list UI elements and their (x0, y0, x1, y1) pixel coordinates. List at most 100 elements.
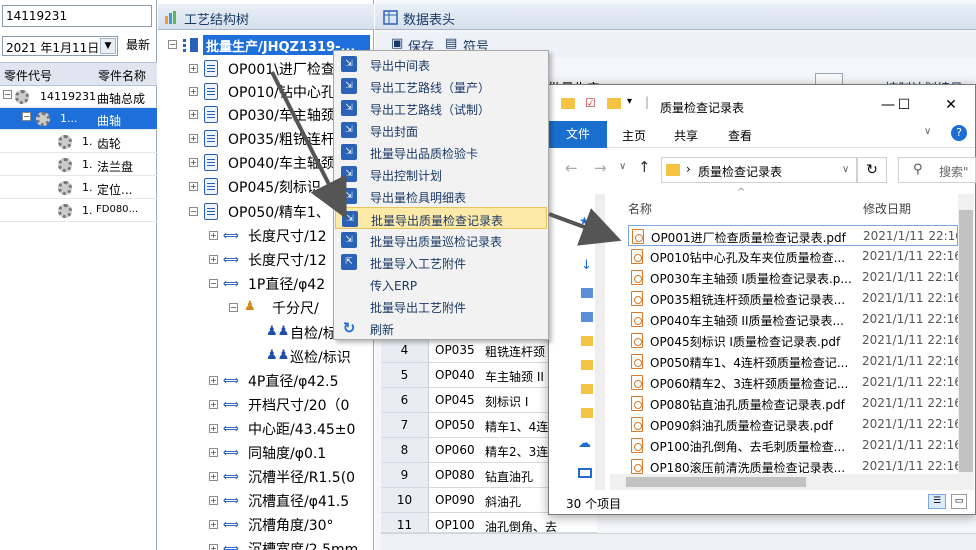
expand-icon[interactable]: + (209, 496, 218, 505)
up-icon[interactable]: ↑ (638, 158, 651, 176)
symbol-icon[interactable]: ▤ (445, 36, 457, 51)
table-row[interactable]: − 1... 曲轴 (0, 108, 157, 130)
list-item[interactable]: OP090斜油孔质量检查记录表.pdf 2021/1/11 22:16 (628, 414, 958, 435)
table-row[interactable]: 1. FD080... (0, 200, 157, 222)
address-dropdown-icon[interactable]: ∨ (842, 164, 849, 175)
tab-home[interactable]: 主页 (622, 127, 646, 144)
large-icons-view-icon[interactable]: ▭ (951, 494, 967, 509)
search-input[interactable]: ⚲ 搜索" (898, 157, 976, 183)
menu-item-export-gauge-list[interactable]: ⇲ 导出量检具明细表 (335, 185, 547, 207)
collapse-icon[interactable]: − (168, 40, 177, 49)
collapse-icon[interactable]: − (3, 90, 12, 99)
tree-node-feature[interactable]: + ⟺ 同轴度/φ0.1 (206, 442, 374, 464)
list-item[interactable]: OP045刻标识 I质量检查记录表.pdf 2021/1/11 22:16 (628, 330, 958, 351)
help-icon[interactable]: ? (951, 125, 967, 141)
scrollbar-thumb[interactable] (959, 210, 973, 472)
address-bar[interactable]: › 质量检查记录表 ∨ (661, 157, 857, 183)
list-item[interactable]: OP080钻直油孔质量检查记录表.pdf 2021/1/11 22:16 (628, 393, 958, 414)
refresh-button[interactable]: ↻ (857, 157, 887, 183)
quick-access-dropdown-icon[interactable]: ▾ (627, 96, 632, 107)
properties-icon[interactable]: ☑ (585, 96, 596, 110)
folder-icon[interactable] (581, 360, 593, 370)
collapse-icon[interactable]: − (22, 112, 31, 121)
menu-item-batch-import-attachments[interactable]: ⇱ 批量导入工艺附件 (335, 251, 547, 273)
list-item[interactable]: OP035粗铣连杆颈质量检查记录表... 2021/1/11 22:16 (628, 288, 958, 309)
recent-dropdown-icon[interactable]: ∨ (619, 161, 626, 172)
maximize-icon[interactable]: ☐ (889, 97, 919, 113)
expand-icon[interactable]: + (189, 182, 198, 191)
pictures-icon[interactable] (581, 312, 593, 322)
tree-node-feature[interactable]: + ⟺ 4P直径/φ42.5 (206, 370, 374, 392)
expand-icon[interactable]: + (209, 231, 218, 240)
list-item[interactable]: OP060精车2、3连杆颈质量检查记... 2021/1/11 22:16 (628, 372, 958, 393)
quick-access-icon[interactable]: ★ (579, 214, 590, 228)
list-item[interactable]: OP100油孔倒角、去毛刺质量检查... 2021/1/11 22:16 (628, 435, 958, 456)
menu-item-export-route-trial[interactable]: ⇲ 导出工艺路线（试制） (335, 97, 547, 119)
collapse-icon[interactable]: − (189, 207, 198, 216)
documents-icon[interactable] (581, 288, 593, 298)
table-row[interactable]: 1. 法兰盘 (0, 154, 157, 176)
latest-button[interactable]: 最新 (121, 35, 155, 57)
tree-node-feature[interactable]: + ⟺ 沉槽半径/R1.5(0 (206, 466, 374, 488)
collapse-icon[interactable]: − (209, 279, 218, 288)
expand-icon[interactable]: + (209, 448, 218, 457)
scrollbar-thumb[interactable] (626, 477, 806, 487)
details-view-icon[interactable]: ☰ (928, 494, 946, 509)
menu-item-batch-export-inspection-card[interactable]: ⇲ 批量导出品质检验卡 (335, 141, 547, 163)
expand-icon[interactable]: + (209, 520, 218, 529)
col-part-code[interactable]: 零件代号 (4, 67, 52, 84)
list-item[interactable]: OP180滚压前清洗质量检查记录表... 2021/1/11 22:16 (628, 456, 958, 474)
onedrive-icon[interactable]: ☁ (578, 436, 591, 451)
date-dropdown-button[interactable]: ▼ (100, 38, 116, 54)
expand-icon[interactable]: + (189, 134, 198, 143)
tab-view[interactable]: 查看 (728, 127, 752, 144)
new-folder-icon[interactable] (607, 98, 621, 109)
save-icon[interactable]: ▣ (391, 36, 403, 51)
tree-node-feature[interactable]: + ⟺ 开档尺寸/20（0 (206, 394, 374, 416)
col-modified-date[interactable]: 修改日期 (863, 200, 911, 217)
expand-icon[interactable]: + (209, 544, 218, 550)
expand-icon[interactable]: + (209, 400, 218, 409)
horizontal-scrollbar[interactable] (381, 533, 976, 550)
this-pc-icon[interactable] (578, 468, 592, 478)
list-item[interactable]: OP001进厂检查质量检查记录表.pdf 2021/1/11 22:16 (628, 225, 958, 246)
chevron-down-icon[interactable]: ∨ (924, 126, 931, 137)
close-icon[interactable]: ✕ (936, 97, 966, 113)
back-icon[interactable]: ← (565, 159, 578, 177)
list-item[interactable]: OP030车主轴颈 I质量检查记录表.p... 2021/1/11 22:16 (628, 267, 958, 288)
table-row[interactable]: 1. 齿轮 (0, 131, 157, 153)
nav-scrollbar[interactable] (595, 194, 605, 490)
expand-icon[interactable]: + (209, 424, 218, 433)
menu-item-batch-export-attachments[interactable]: 批量导出工艺附件 (335, 295, 547, 317)
list-item[interactable]: OP010钻中心孔及车夹位质量检查... 2021/1/11 22:16 (628, 246, 958, 267)
menu-item-refresh[interactable]: ↻ 刷新 (335, 317, 547, 339)
menu-item-batch-export-patrol-record[interactable]: ⇲ 批量导出质量巡检记录表 (335, 229, 547, 251)
expand-icon[interactable]: + (189, 64, 198, 73)
part-search-input[interactable] (2, 5, 152, 27)
collapse-icon[interactable]: − (229, 303, 238, 312)
menu-item-export-intermediate[interactable]: ⇲ 导出中间表 (335, 53, 547, 75)
expand-icon[interactable]: + (209, 472, 218, 481)
tree-node-feature[interactable]: + ⟺ 沉槽直径/φ41.5 (206, 490, 374, 512)
forward-icon[interactable]: → (594, 159, 607, 177)
list-item[interactable]: OP040车主轴颈 II质量检查记录表... 2021/1/11 22:16 (628, 309, 958, 330)
list-item[interactable]: OP050精车1、4连杆颈质量检查记... 2021/1/11 22:16 (628, 351, 958, 372)
expand-icon[interactable]: + (209, 376, 218, 385)
table-row[interactable]: − 14119231 曲轴总成 (0, 86, 157, 108)
tab-share[interactable]: 共享 (674, 127, 698, 144)
expand-icon[interactable]: + (189, 87, 198, 96)
table-row[interactable]: 1. 定位... (0, 177, 157, 199)
tree-node-feature[interactable]: + ⟺ 沉槽角度/30° (206, 514, 374, 536)
folder-icon[interactable] (581, 384, 593, 394)
tree-node-feature[interactable]: + ⟺ 中心距/43.45±0 (206, 418, 374, 440)
folder-icon[interactable] (581, 408, 593, 418)
col-name[interactable]: 名称 (628, 200, 652, 217)
menu-item-export-cover[interactable]: ⇲ 导出封面 (335, 119, 547, 141)
expand-icon[interactable]: + (189, 110, 198, 119)
folder-icon[interactable] (581, 336, 593, 346)
menu-item-batch-export-quality-record[interactable]: ⇲ 批量导出质量检查记录表 (335, 207, 547, 229)
tree-node-feature[interactable]: + ⟺ 沉槽宽度/2.5mm (206, 538, 374, 550)
table-row[interactable]: 11 OP100 油孔倒角、去 (381, 513, 597, 533)
downloads-icon[interactable]: ↓ (581, 258, 592, 273)
col-part-name[interactable]: 零件名称 (98, 67, 146, 84)
